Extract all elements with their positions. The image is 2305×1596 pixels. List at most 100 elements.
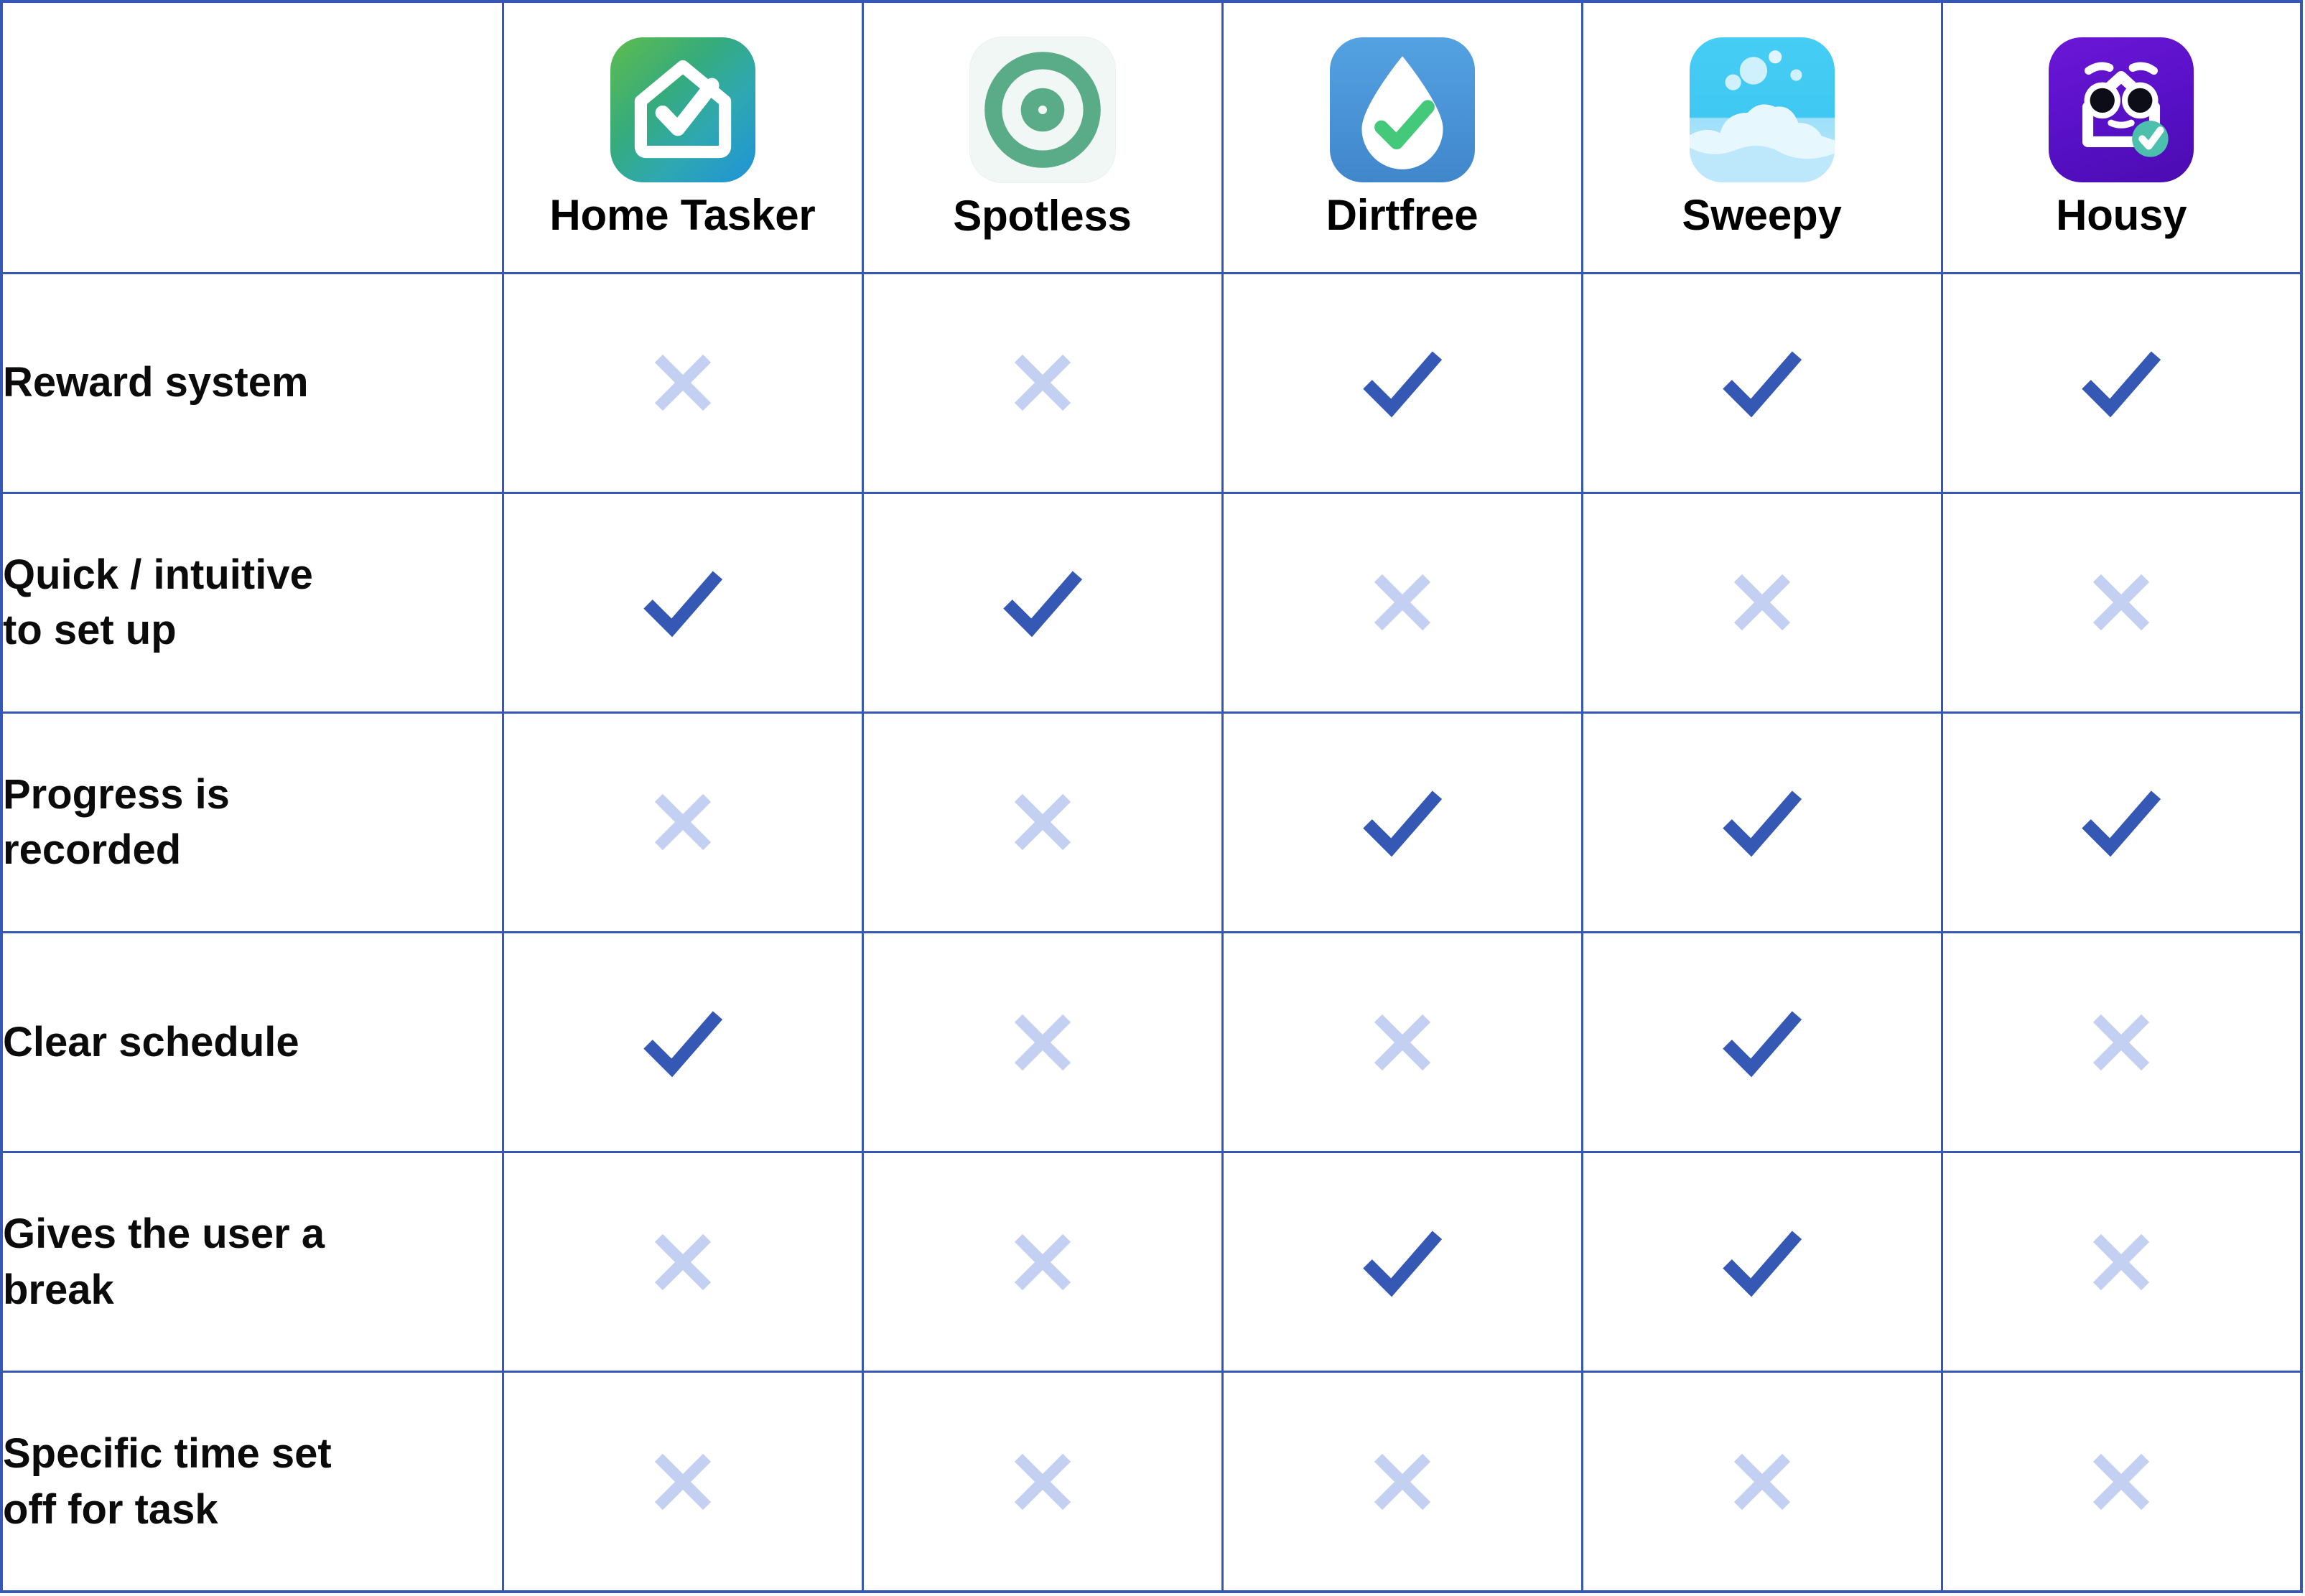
column-header-label: Spotless <box>953 192 1132 241</box>
feature-label-line: recorded <box>3 826 182 874</box>
feature-label-line: Reward system <box>3 359 309 406</box>
cell-specific-time-home-tasker <box>501 1371 864 1593</box>
table-row: Progress is recorded <box>0 711 2303 933</box>
cell-specific-time-sweepy <box>1580 1371 1943 1593</box>
cross-icon <box>1583 494 1941 711</box>
cell-progress-recorded-housy <box>1940 711 2303 933</box>
cell-progress-recorded-home-tasker <box>501 711 864 933</box>
feature-label-quick-intuitive-to-set-up: Quick / intuitive to set up <box>0 491 504 714</box>
cell-clear-schedule-housy <box>1940 930 2303 1154</box>
feature-label-line: Progress is <box>3 770 230 818</box>
cross-icon <box>504 1373 862 1590</box>
table-row: Gives the user a break <box>0 1151 2303 1373</box>
check-icon <box>1583 933 1941 1151</box>
cross-icon <box>864 274 1221 492</box>
cell-clear-schedule-dirtfree <box>1221 930 1583 1154</box>
cross-icon <box>864 1153 1221 1371</box>
cross-icon <box>1943 1153 2301 1371</box>
home-tasker-app-icon <box>610 37 755 183</box>
column-header-housy: Housy <box>1940 0 2303 274</box>
cross-icon <box>864 714 1221 931</box>
check-icon <box>1583 1153 1941 1371</box>
feature-label-line: break <box>3 1266 114 1313</box>
check-icon <box>1224 1153 1581 1371</box>
cell-reward-system-home-tasker <box>501 271 864 494</box>
cell-specific-time-housy <box>1940 1371 2303 1593</box>
cross-icon <box>1583 1373 1941 1590</box>
cross-icon <box>1943 1373 2301 1590</box>
cross-icon <box>1943 494 2301 711</box>
cell-gives-break-housy <box>1940 1151 2303 1373</box>
cross-icon <box>1224 933 1581 1151</box>
table-header-row: Home Tasker Spotless Dirtfree Sweepy Hou… <box>0 0 2303 274</box>
cell-clear-schedule-spotless <box>861 930 1224 1154</box>
cell-reward-system-spotless <box>861 271 1224 494</box>
check-icon <box>1943 274 2301 492</box>
cross-icon <box>504 714 862 931</box>
feature-label-line: Clear schedule <box>3 1018 299 1065</box>
cross-icon <box>1224 1373 1581 1590</box>
spotless-app-icon <box>969 37 1116 184</box>
column-header-label: Dirtfree <box>1326 191 1479 240</box>
check-icon <box>1943 714 2301 931</box>
cell-progress-recorded-sweepy <box>1580 711 1943 933</box>
cell-specific-time-spotless <box>861 1371 1224 1593</box>
check-icon <box>1224 714 1581 931</box>
table-body: Reward system Quick / intuitive to set u… <box>0 271 2303 1593</box>
feature-comparison-table: Home Tasker Spotless Dirtfree Sweepy Hou… <box>0 0 2303 1593</box>
feature-label-line: Gives the user a <box>3 1210 325 1257</box>
feature-label-line: to set up <box>3 607 177 654</box>
cell-progress-recorded-dirtfree <box>1221 711 1583 933</box>
check-icon <box>1224 274 1581 492</box>
table-row: Reward system <box>0 271 2303 494</box>
cell-specific-time-dirtfree <box>1221 1371 1583 1593</box>
cell-quick-intuitive-dirtfree <box>1221 491 1583 714</box>
cell-reward-system-housy <box>1940 271 2303 494</box>
feature-label-clear-schedule: Clear schedule <box>0 930 504 1154</box>
cross-icon <box>864 1373 1221 1590</box>
cell-progress-recorded-spotless <box>861 711 1224 933</box>
feature-label-progress-is-recorded: Progress is recorded <box>0 711 504 933</box>
cell-reward-system-dirtfree <box>1221 271 1583 494</box>
check-icon <box>1583 274 1941 492</box>
table-row: Quick / intuitive to set up <box>0 491 2303 714</box>
sweepy-app-icon <box>1689 37 1835 183</box>
cross-icon <box>864 933 1221 1151</box>
check-icon <box>504 494 862 711</box>
cell-clear-schedule-home-tasker <box>501 930 864 1154</box>
check-icon <box>504 933 862 1151</box>
feature-label-reward-system: Reward system <box>0 271 504 494</box>
column-header-sweepy: Sweepy <box>1580 0 1943 274</box>
cell-gives-break-dirtfree <box>1221 1151 1583 1373</box>
table-row: Clear schedule <box>0 930 2303 1154</box>
cell-quick-intuitive-sweepy <box>1580 491 1943 714</box>
column-header-home-tasker: Home Tasker <box>501 0 864 274</box>
cell-gives-break-home-tasker <box>501 1151 864 1373</box>
corner-cell <box>0 0 504 274</box>
cell-quick-intuitive-spotless <box>861 491 1224 714</box>
cross-icon <box>504 1153 862 1371</box>
column-header-label: Home Tasker <box>549 191 816 240</box>
housy-app-icon <box>2049 37 2194 183</box>
cell-gives-break-spotless <box>861 1151 1224 1373</box>
cell-reward-system-sweepy <box>1580 271 1943 494</box>
feature-label-specific-time-set-off-for-task: Specific time set off for task <box>0 1371 504 1593</box>
column-header-label: Sweepy <box>1682 191 1842 240</box>
column-header-spotless: Spotless <box>861 0 1224 274</box>
table-row: Specific time set off for task <box>0 1371 2303 1593</box>
feature-label-line: Quick / intuitive <box>3 551 313 598</box>
check-icon <box>1583 714 1941 931</box>
feature-label-gives-the-user-a-break: Gives the user a break <box>0 1151 504 1373</box>
cell-quick-intuitive-home-tasker <box>501 491 864 714</box>
cross-icon <box>1943 933 2301 1151</box>
feature-label-line: off for task <box>3 1485 218 1533</box>
cross-icon <box>1224 494 1581 711</box>
cell-quick-intuitive-housy <box>1940 491 2303 714</box>
dirtfree-app-icon <box>1329 37 1475 183</box>
check-icon <box>864 494 1221 711</box>
cell-clear-schedule-sweepy <box>1580 930 1943 1154</box>
column-header-label: Housy <box>2056 191 2187 240</box>
feature-label-line: Specific time set <box>3 1429 332 1477</box>
column-header-dirtfree: Dirtfree <box>1221 0 1583 274</box>
cell-gives-break-sweepy <box>1580 1151 1943 1373</box>
